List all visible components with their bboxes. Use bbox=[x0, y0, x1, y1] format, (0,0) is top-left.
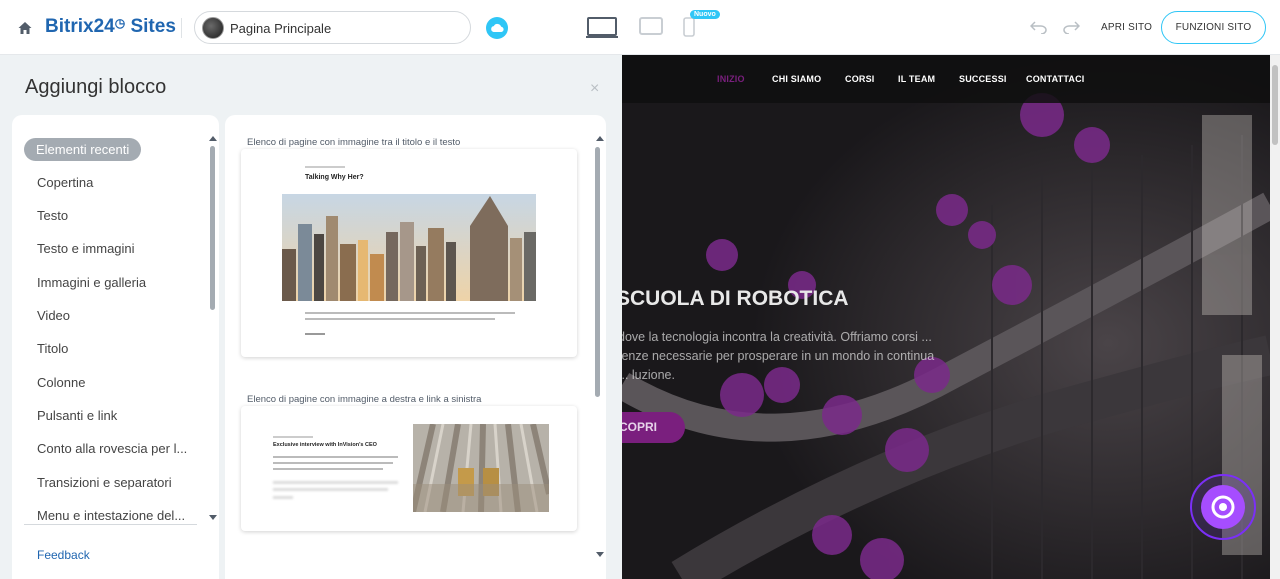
blocks-scrollbar[interactable] bbox=[595, 147, 600, 397]
category-item[interactable]: Titolo bbox=[37, 341, 68, 356]
nav-item-courses[interactable]: CORSI bbox=[845, 74, 875, 84]
site-nav: INIZIO CHI SIAMO CORSI IL TEAM SUCCESSI … bbox=[622, 55, 1270, 103]
assistant-icon bbox=[1201, 485, 1245, 529]
card-text-line bbox=[273, 468, 383, 470]
category-item[interactable]: Testo e immagini bbox=[37, 241, 135, 256]
open-site-link[interactable]: APRI SITO bbox=[1101, 22, 1152, 33]
blocks-list: Elenco di pagine con immagine tra il tit… bbox=[225, 115, 606, 579]
page-avatar bbox=[202, 17, 224, 39]
category-item[interactable]: Colonne bbox=[37, 375, 85, 390]
undo-icon[interactable] bbox=[1030, 20, 1048, 34]
category-item[interactable]: Immagini e galleria bbox=[37, 275, 146, 290]
nav-item-home[interactable]: INIZIO bbox=[717, 74, 745, 84]
scroll-down-icon[interactable] bbox=[596, 552, 604, 557]
category-item[interactable]: Conto alla rovescia per l... bbox=[37, 441, 187, 456]
scroll-up-icon[interactable] bbox=[209, 136, 217, 141]
bitrix24-logo[interactable]: Bitrix24◷ Sites bbox=[45, 16, 176, 38]
nav-item-team[interactable]: IL TEAM bbox=[898, 74, 935, 84]
category-item[interactable]: Transizioni e separatori bbox=[37, 475, 172, 490]
block-card[interactable]: Exclusive interview with InVision's CEO bbox=[241, 406, 577, 531]
card-text-line bbox=[305, 318, 495, 320]
nav-item-about[interactable]: CHI SIAMO bbox=[772, 74, 821, 84]
logo-sites-text: Sites bbox=[130, 16, 176, 37]
preview-scrollbar[interactable] bbox=[1270, 55, 1280, 579]
close-icon[interactable]: × bbox=[590, 80, 599, 98]
card-heading: Exclusive interview with InVision's CEO bbox=[273, 442, 377, 448]
scroll-up-icon[interactable] bbox=[596, 136, 604, 141]
card-text-line bbox=[273, 488, 388, 491]
redo-icon[interactable] bbox=[1062, 20, 1080, 34]
card-text-line bbox=[273, 481, 398, 484]
card-read-more bbox=[305, 333, 325, 335]
site-preview: INIZIO CHI SIAMO CORSI IL TEAM SUCCESSI … bbox=[622, 55, 1270, 579]
feedback-link[interactable]: Feedback bbox=[37, 548, 90, 562]
card-text-line bbox=[273, 462, 393, 464]
divider bbox=[181, 18, 182, 38]
city-skyline-image bbox=[282, 194, 536, 301]
card-text-line bbox=[273, 456, 398, 458]
category-item[interactable]: Video bbox=[37, 308, 70, 323]
desktop-view-icon[interactable] bbox=[586, 17, 618, 39]
hero-text: dove la tecnologia incontra la creativit… bbox=[622, 330, 935, 382]
category-recent[interactable]: Elementi recenti bbox=[24, 138, 142, 161]
block-title: Elenco di pagine con immagine tra il tit… bbox=[247, 137, 461, 148]
hero-title: SCUOLA DI ROBOTICA bbox=[622, 287, 849, 310]
card-text-line bbox=[305, 312, 515, 314]
panel-title: Aggiungi blocco bbox=[25, 76, 167, 98]
site-features-button[interactable]: FUNZIONI SITO bbox=[1161, 11, 1266, 44]
robotics-building-image bbox=[622, 55, 1270, 579]
card-meta bbox=[305, 166, 345, 168]
top-bar: Bitrix24◷ Sites Pagina Principale Nuovo … bbox=[0, 0, 1280, 55]
page-name: Pagina Principale bbox=[230, 21, 332, 36]
card-heading: Talking Why Her? bbox=[305, 174, 364, 181]
card-meta bbox=[273, 436, 313, 438]
category-scrollbar[interactable] bbox=[210, 146, 215, 310]
home-icon[interactable] bbox=[17, 20, 33, 36]
category-item[interactable]: Copertina bbox=[37, 175, 93, 190]
logo-b24-text: Bitrix24 bbox=[45, 16, 115, 37]
clock-icon: ◷ bbox=[114, 16, 126, 30]
mobile-view-icon[interactable] bbox=[682, 17, 696, 37]
category-item[interactable]: Testo bbox=[37, 208, 68, 223]
new-badge: Nuovo bbox=[690, 10, 720, 19]
discover-button[interactable]: COPRI bbox=[622, 412, 685, 443]
scrollbar-thumb[interactable] bbox=[1272, 65, 1278, 145]
assistant-button[interactable] bbox=[1190, 474, 1256, 540]
category-item[interactable]: Menu e intestazione del... bbox=[37, 508, 185, 523]
page-selector[interactable]: Pagina Principale bbox=[194, 11, 471, 44]
category-item[interactable]: Pulsanti e link bbox=[37, 408, 117, 423]
cloud-icon[interactable] bbox=[486, 17, 508, 39]
tablet-view-icon[interactable] bbox=[639, 17, 663, 37]
scroll-down-icon[interactable] bbox=[209, 515, 217, 520]
nav-item-contact[interactable]: CONTATTACI bbox=[1026, 74, 1085, 84]
block-card[interactable]: Talking Why Her? bbox=[241, 149, 577, 357]
nav-item-success[interactable]: SUCCESSI bbox=[959, 74, 1007, 84]
divider bbox=[24, 524, 197, 525]
train-yard-image bbox=[413, 424, 549, 512]
card-read-more bbox=[273, 496, 293, 499]
block-title: Elenco di pagine con immagine a destra e… bbox=[247, 394, 482, 405]
